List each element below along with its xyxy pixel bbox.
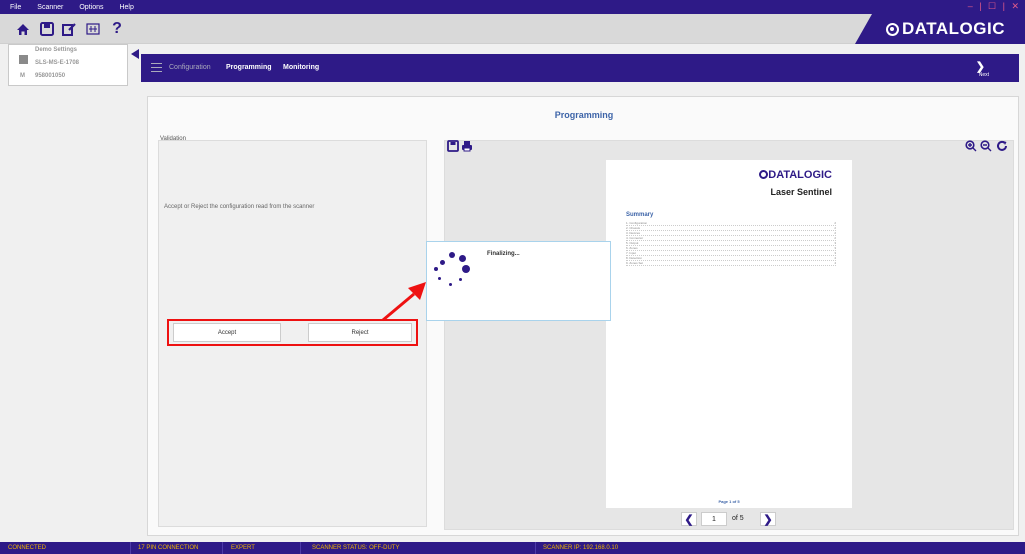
status-divider [222,542,223,554]
status-divider [300,542,301,554]
status-scanner: SCANNER STATUS: OFF-DUTY [312,545,400,551]
status-divider [130,542,131,554]
red-arrow-annotation [382,282,426,322]
status-mode: EXPERT [231,545,255,551]
status-ip: SCANNER IP: 192.168.0.10 [543,545,619,551]
status-connection: CONNECTED [8,545,47,551]
status-bar: CONNECTED 17 PIN CONNECTION EXPERT SCANN… [0,542,1025,554]
status-pin: 17 PIN CONNECTION [138,545,199,551]
status-divider [535,542,536,554]
